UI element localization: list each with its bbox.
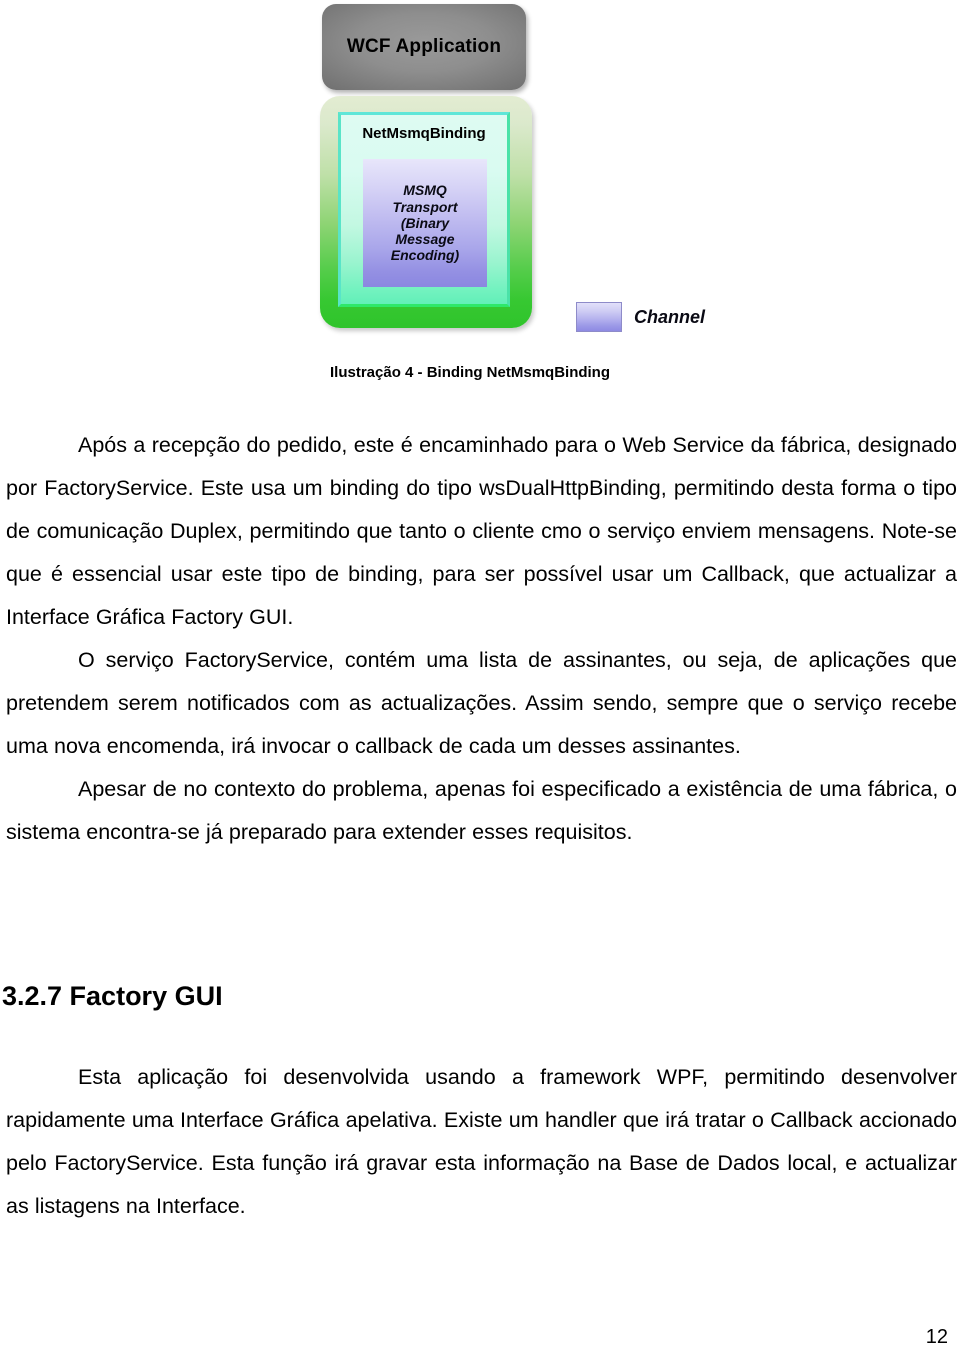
netmsmqbinding-label: NetMsmqBinding bbox=[362, 125, 486, 142]
paragraph: Apesar de no contexto do problema, apena… bbox=[6, 777, 957, 844]
vertical-spacer bbox=[0, 1012, 960, 1056]
wcf-application-label: WCF Application bbox=[346, 36, 502, 57]
binding-outer-box: NetMsmqBinding MSMQ Transport (Binary Me… bbox=[320, 96, 532, 328]
section-heading: 3.2.7 Factory GUI bbox=[2, 981, 223, 1011]
page-number: 12 bbox=[925, 1326, 948, 1348]
msmq-line: (Binary bbox=[400, 214, 450, 231]
paragraph: O serviço FactoryService, contém uma lis… bbox=[6, 648, 957, 758]
document-body: Após a recepção do pedido, este é encami… bbox=[0, 424, 960, 1228]
channel-legend-label: Channel bbox=[634, 306, 706, 327]
figure-netmsmqbinding-diagram: WCF Application NetMsmqBinding MSMQ Tran… bbox=[0, 0, 960, 381]
channel-legend: Channel bbox=[576, 302, 705, 332]
msmq-line: MSMQ bbox=[403, 182, 447, 199]
channel-swatch-icon bbox=[576, 302, 622, 332]
figure-caption: Ilustração 4 - Binding NetMsmqBinding bbox=[330, 364, 611, 381]
vertical-spacer bbox=[0, 854, 960, 980]
msmq-line: Message bbox=[395, 231, 455, 248]
msmq-line: Encoding) bbox=[390, 247, 460, 264]
paragraph: Após a recepção do pedido, este é encami… bbox=[6, 433, 957, 629]
wcf-application-box: WCF Application bbox=[322, 4, 526, 90]
paragraph: Esta aplicação foi desenvolvida usando a… bbox=[6, 1065, 957, 1219]
msmq-transport-box: MSMQ Transport (Binary Message Encoding) bbox=[363, 159, 487, 287]
msmq-line: Transport bbox=[392, 198, 458, 215]
binding-inner-box: NetMsmqBinding MSMQ Transport (Binary Me… bbox=[338, 112, 510, 307]
